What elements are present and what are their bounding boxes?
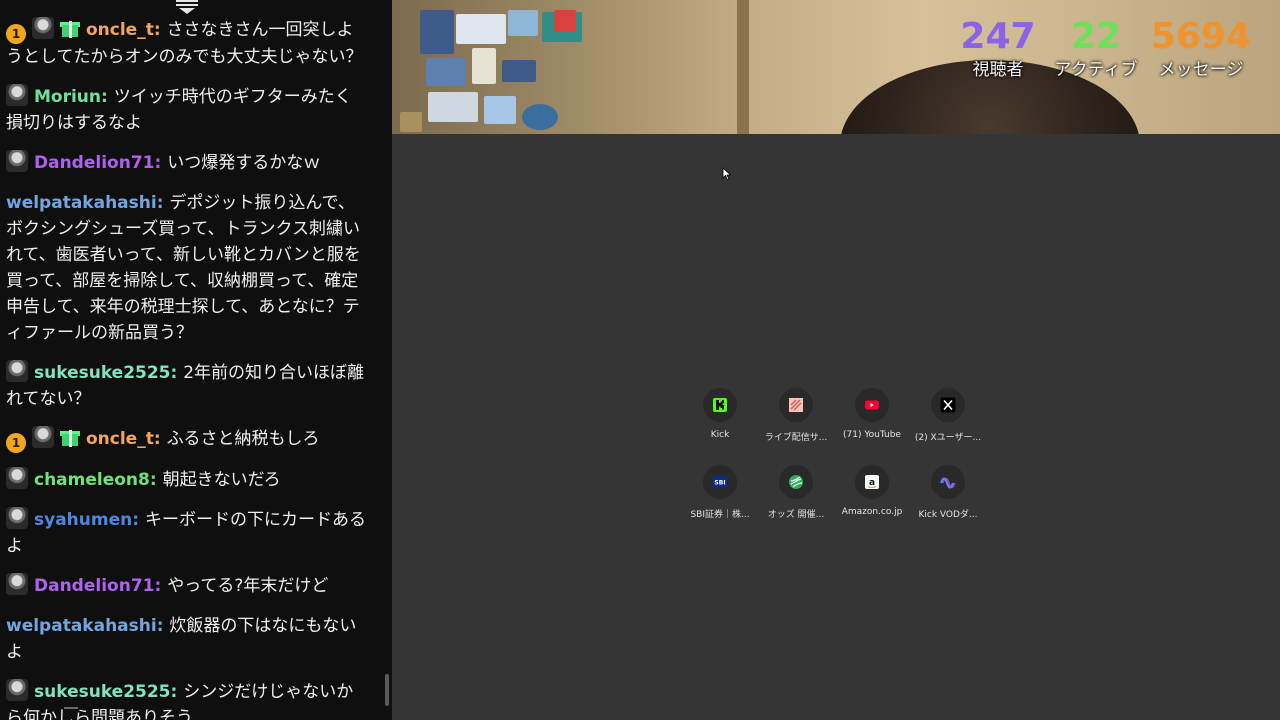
shortcut-label: ライブ配信サ... (764, 433, 828, 443)
user-avatar-icon (32, 17, 54, 39)
chat-username[interactable]: sukesuke2525 (34, 363, 171, 383)
shortcut-tile[interactable]: (2) Xユーザー... (910, 384, 986, 443)
shortcut-tile[interactable]: a Amazon.co.jp (834, 461, 910, 520)
shortcut-tile[interactable]: (71) YouTube (834, 384, 910, 443)
stream-video: 247 視聴者 22 アクティブ 5694 メッセージ (392, 0, 1280, 134)
wall-sticker (456, 14, 506, 44)
subscriber-badge-icon: 1 (6, 24, 26, 44)
chat-message: chameleon8: 朝起きないだろ (6, 467, 368, 493)
chat-username[interactable]: Moriun (34, 87, 101, 107)
amazon-icon: a (855, 465, 889, 499)
chat-scrollbar[interactable] (385, 674, 389, 706)
svg-text:a: a (869, 478, 875, 488)
chat-username[interactable]: Dandelion71 (34, 576, 154, 596)
stat-value: 247 (960, 16, 1036, 57)
chat-message: syahumen: キーボードの下にカードあるよ (6, 507, 368, 559)
kick-vod-icon (931, 465, 965, 499)
chat-message: welpatakahashi: 炊飯器の下はなにもないよ (6, 616, 357, 662)
shortcut-tile[interactable]: Kick VODダ... (910, 461, 986, 520)
shortcut-tile[interactable]: Kick (682, 384, 758, 443)
wall-sticker (522, 104, 558, 130)
chat-collapse-handle[interactable] (176, 0, 198, 16)
shortcut-tile[interactable]: オッズ 開催... (758, 461, 834, 520)
chat-message-text: 朝起きないだろ (162, 470, 281, 490)
chat-message-text: ふるさと納税もしろ (166, 429, 320, 449)
chat-username[interactable]: chameleon8 (34, 470, 150, 490)
stat-2: 5694 メッセージ (1146, 16, 1256, 82)
wall-sticker (554, 10, 576, 32)
chat-message-text: デポジット振り込んで、ボクシングシューズ買って、トランクス刺繍いれて、歯医者いっ… (6, 193, 361, 343)
svg-text:SBI: SBI (714, 480, 725, 487)
shortcut-label: (2) Xユーザー... (914, 433, 982, 443)
shortcut-label: Kick (710, 430, 730, 440)
chat-message: 1 oncle_t: ささなきさん一回突しようとしてたからオンのみでも大丈夫じゃな… (6, 17, 368, 70)
wall-sticker (472, 48, 496, 84)
user-avatar-icon (6, 467, 28, 489)
shortcut-label: SBI証券｜株... (690, 510, 750, 520)
live-stream-site-icon (779, 388, 813, 422)
wall-frame (737, 0, 749, 134)
subscriber-badge-icon: 1 (6, 433, 26, 453)
chat-message: Moriun: ツイッチ時代のギフターみたく損切りはするなよ (6, 84, 368, 136)
stat-value: 22 (1070, 16, 1122, 57)
chat-username[interactable]: welpatakahashi (6, 193, 157, 213)
stat-value: 5694 (1150, 16, 1252, 57)
chat-message-text: やってる?年末だけど (167, 576, 329, 596)
wall-sticker (400, 112, 422, 132)
user-avatar-icon (6, 84, 28, 106)
shortcut-tile[interactable]: SBI SBI証券｜株... (682, 461, 758, 520)
chat-message-list: 1 oncle_t: ささなきさん一回突しようとしてたからオンのみでも大丈夫じゃな… (6, 17, 368, 720)
wall-sticker (484, 96, 516, 124)
user-avatar-icon (6, 573, 28, 595)
chat-message: welpatakahashi: デポジット振り込んで、ボクシングシューズ買って、… (6, 193, 361, 343)
stat-0: 247 視聴者 (950, 16, 1046, 82)
shortcut-label: Kick VODダ... (918, 510, 978, 520)
gift-icon (60, 427, 80, 447)
stat-label: 視聴者 (972, 60, 1024, 80)
chat-username[interactable]: Dandelion71 (34, 153, 154, 173)
shortcut-tile[interactable]: ライブ配信サ... (758, 384, 834, 443)
stream-stats: 247 視聴者 22 アクティブ 5694 メッセージ (950, 16, 1256, 82)
user-avatar-icon (6, 360, 28, 382)
chat-username[interactable]: oncle_t (86, 20, 154, 40)
wall-sticker (426, 58, 466, 86)
chat-username[interactable]: welpatakahashi (6, 616, 157, 636)
chat-message: 1 oncle_t: ふるさと納税もしろ (6, 426, 368, 453)
stat-label: アクティブ (1054, 60, 1138, 80)
chat-username[interactable]: syahumen (34, 510, 132, 530)
chat-message-text: いつ爆発するかなｗ (167, 153, 321, 173)
browser-new-tab: Kick ライブ配信サ... (71) YouTube (2) Xユーザー... SBI… (392, 134, 1280, 720)
user-avatar-icon (6, 150, 28, 172)
chat-bottom-indicator (64, 707, 78, 709)
shortcut-label: Amazon.co.jp (841, 507, 903, 517)
shortcut-label: (71) YouTube (843, 430, 901, 440)
wall-sticker (428, 92, 478, 122)
user-avatar-icon (6, 507, 28, 529)
chat-message: sukesuke2525: シンジだけじゃないから何かしら問題ありそう (6, 679, 368, 720)
wall-sticker (502, 60, 536, 82)
stat-1: 22 アクティブ (1046, 16, 1146, 82)
wall-sticker (508, 10, 538, 36)
chat-message: sukesuke2525: 2年前の知り合いほぼ離れてない？ (6, 360, 368, 412)
wall-sticker (420, 10, 454, 54)
shortcut-grid: Kick ライブ配信サ... (71) YouTube (2) Xユーザー... SBI… (682, 384, 986, 520)
user-avatar-icon (6, 679, 28, 701)
chat-message: Dandelion71: やってる?年末だけど (6, 573, 368, 599)
chat-panel: 1 oncle_t: ささなきさん一回突しようとしてたからオンのみでも大丈夫じゃな… (0, 0, 392, 720)
youtube-icon (855, 388, 889, 422)
user-avatar-icon (32, 426, 54, 448)
shortcut-label: オッズ 開催... (767, 510, 825, 520)
chat-username[interactable]: sukesuke2525 (34, 682, 171, 702)
kick-icon (703, 388, 737, 422)
stat-label: メッセージ (1158, 60, 1244, 80)
sbi-icon: SBI (703, 465, 737, 499)
gift-icon (60, 18, 80, 38)
chat-username[interactable]: oncle_t (86, 429, 154, 449)
x-icon (931, 388, 965, 422)
chat-message: Dandelion71: いつ爆発するかなｗ (6, 150, 368, 176)
odds-icon (779, 465, 813, 499)
